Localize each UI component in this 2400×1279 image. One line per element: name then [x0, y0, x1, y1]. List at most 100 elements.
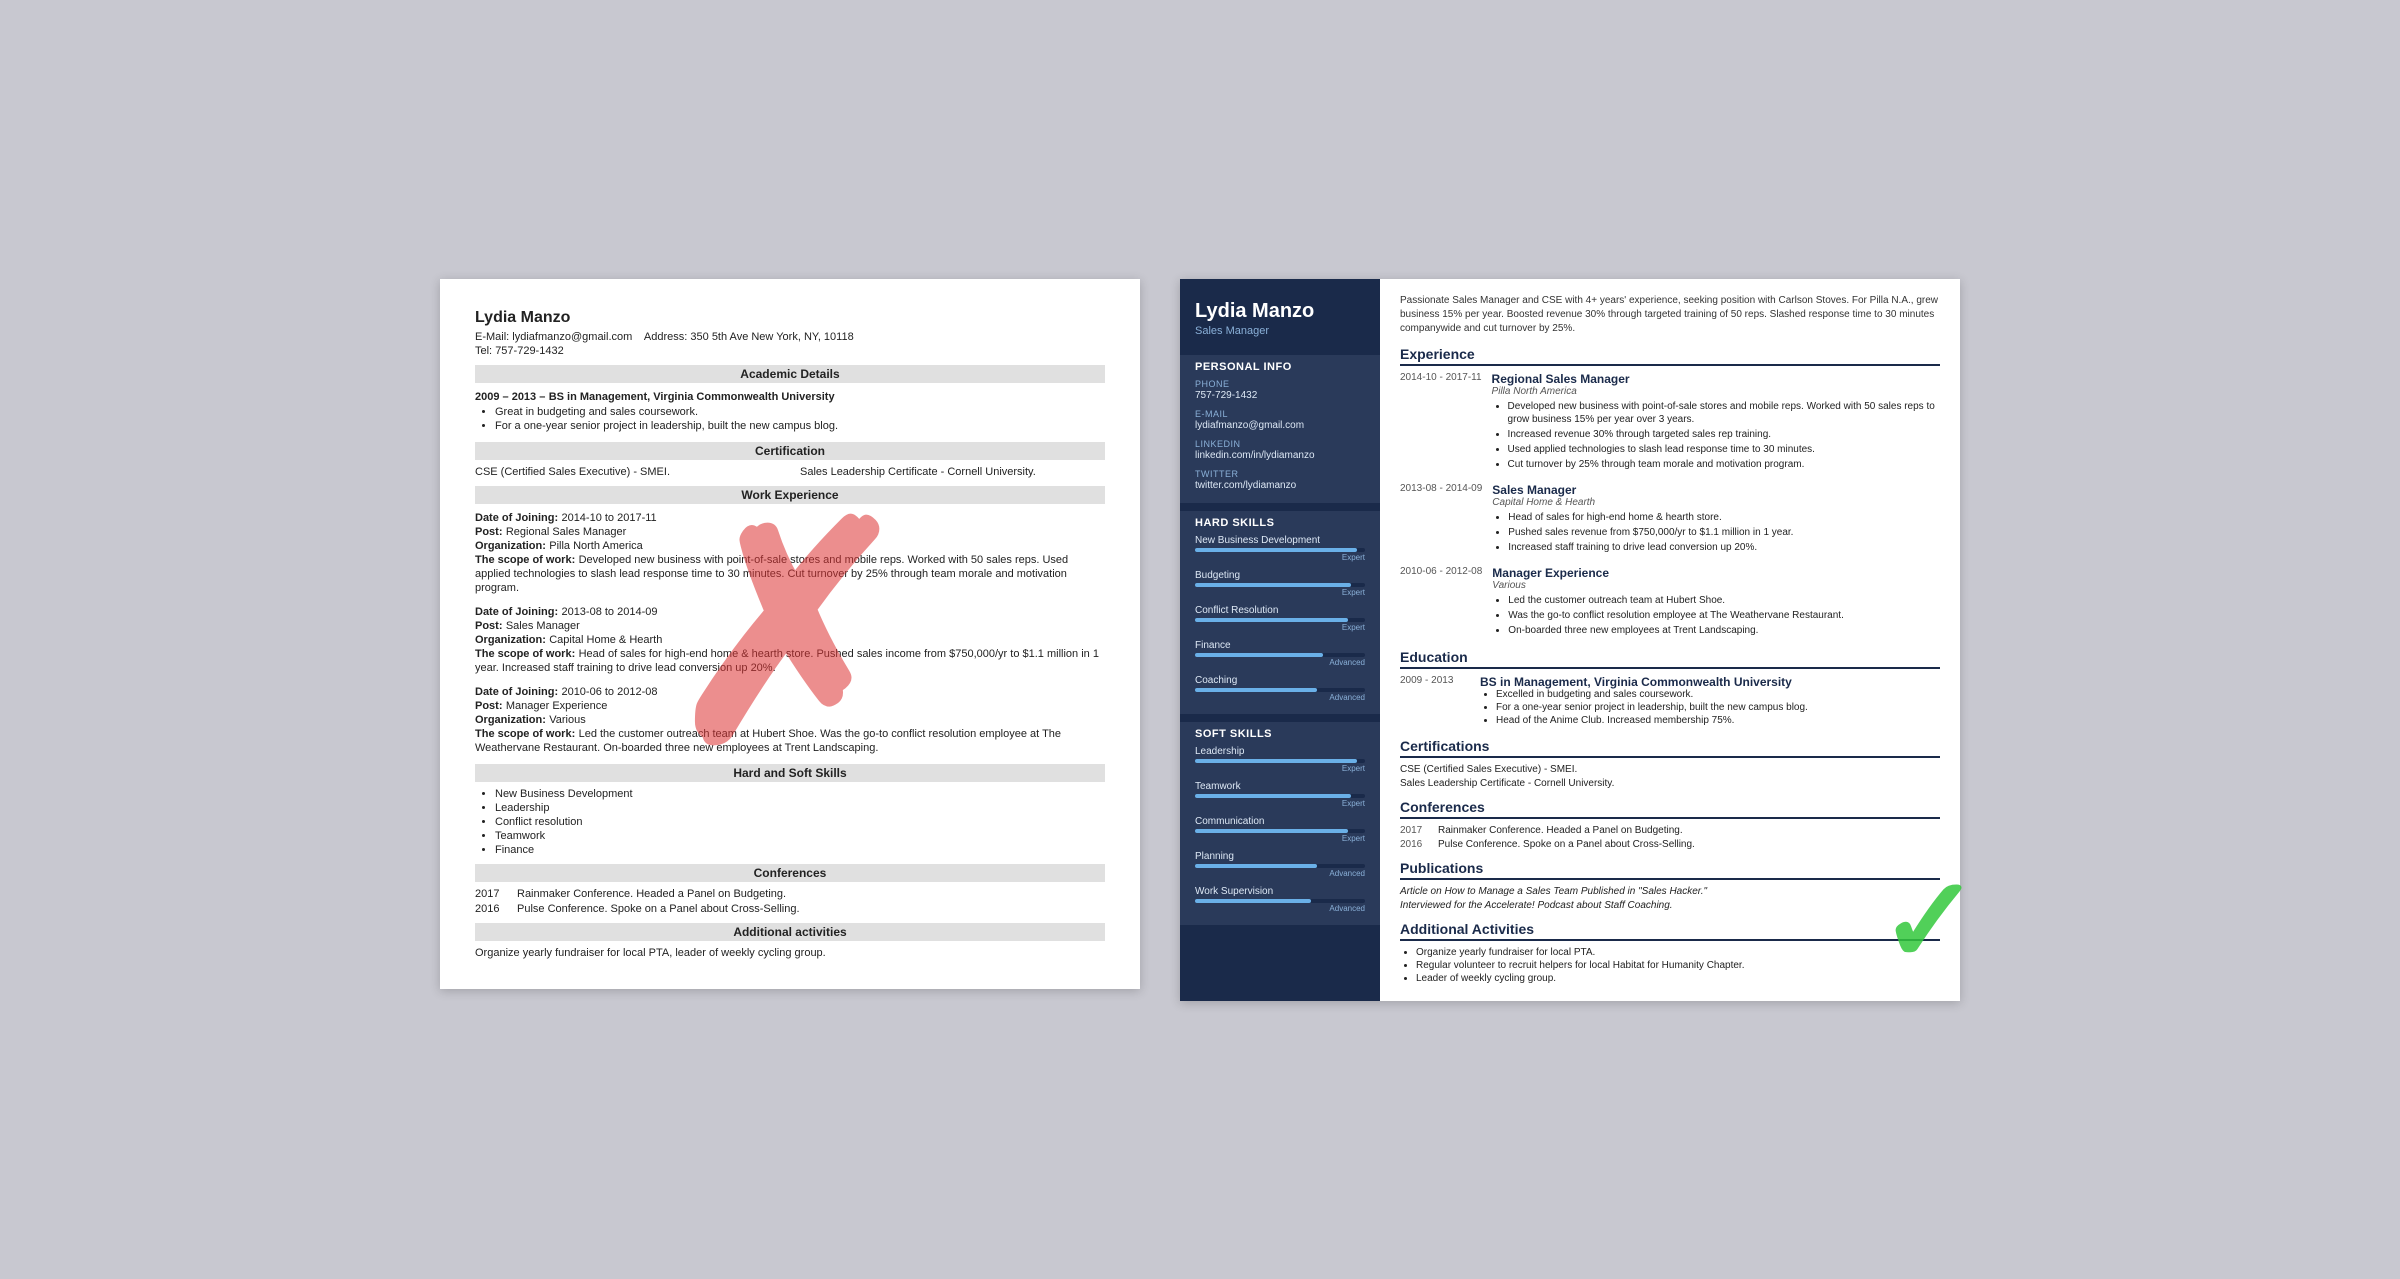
exp3-org: Various [549, 714, 585, 726]
r-exp2-dates: 2013-08 - 2014-09 [1400, 483, 1482, 494]
hard-skill-5-level: Advanced [1195, 693, 1365, 702]
left-name: Lydia Manzo [475, 309, 1105, 327]
linkedin-value: linkedin.com/in/lydiamanzo [1195, 450, 1365, 461]
r-conf2-text: Pulse Conference. Spoke on a Panel about… [1438, 839, 1695, 850]
r-exp1-b3: Used applied technologies to slash lead … [1508, 443, 1940, 456]
hard-skill-4-name: Finance [1195, 640, 1365, 651]
conf2-text: Pulse Conference. Spoke on a Panel about… [517, 903, 800, 915]
r-exp1-dates: 2014-10 - 2017-11 [1400, 372, 1482, 383]
r-exp1-b2: Increased revenue 30% through targeted s… [1508, 428, 1940, 441]
r-exp2-b3: Increased staff training to drive lead c… [1508, 541, 1940, 554]
email-value: lydiafmanzo@gmail.com [1195, 420, 1365, 431]
exp2-dates: 2013-08 to 2014-09 [561, 606, 657, 618]
soft-skill-5: Work Supervision Advanced [1195, 886, 1365, 913]
resume-right: ✓ Lydia Manzo Sales Manager Personal Inf… [1180, 279, 1960, 1001]
r-exp-entry-3: 2010-06 - 2012-08 Manager Experience Var… [1400, 566, 1940, 639]
skill-5: Finance [495, 844, 1105, 856]
experience-section-title: Experience [1400, 346, 1940, 366]
edu-degree: BS in Management, Virginia Commonwealth … [549, 391, 835, 403]
r-edu-b2: For a one-year senior project in leaders… [1496, 702, 1940, 713]
r-conf1-year: 2017 [1400, 825, 1430, 836]
r-cert-section-title: Certifications [1400, 738, 1940, 758]
sidebar: Lydia Manzo Sales Manager Personal Info … [1180, 279, 1380, 1001]
exp1-post: Regional Sales Manager [506, 526, 626, 538]
skill-3: Conflict resolution [495, 816, 1105, 828]
hard-skill-1-name: New Business Development [1195, 535, 1365, 546]
personal-section-title: Personal Info [1195, 361, 1365, 373]
r-pub-1: Article on How to Manage a Sales Team Pu… [1400, 886, 1940, 897]
work-section-title: Work Experience [475, 486, 1105, 504]
exp3-post: Manager Experience [506, 700, 608, 712]
r-add-b1: Organize yearly fundraiser for local PTA… [1416, 947, 1940, 958]
conf2-year: 2016 [475, 903, 505, 915]
twitter-label: Twitter [1195, 469, 1365, 479]
r-exp2-company: Capital Home & Hearth [1492, 497, 1940, 508]
skills-list: New Business Development Leadership Conf… [495, 788, 1105, 856]
r-exp1-b1: Developed new business with point-of-sal… [1508, 400, 1940, 426]
hard-skill-4: Finance Advanced [1195, 640, 1365, 667]
main-container: ✗ Lydia Manzo E-Mail: lydiafmanzo@gmail.… [440, 279, 1960, 1001]
left-email: lydiafmanzo@gmail.com [512, 331, 632, 343]
r-exp2-b1: Head of sales for high-end home & hearth… [1508, 511, 1940, 524]
twitter-field: Twitter twitter.com/lydiamanzo [1195, 469, 1365, 491]
main-content: Passionate Sales Manager and CSE with 4+… [1380, 279, 1960, 1001]
conf-entry-2: 2016 Pulse Conference. Spoke on a Panel … [475, 903, 1105, 915]
hard-skill-2-level: Expert [1195, 588, 1365, 597]
r-conf-1: 2017 Rainmaker Conference. Headed a Pane… [1400, 825, 1940, 836]
hard-skill-2-name: Budgeting [1195, 570, 1365, 581]
academic-section-title: Academic Details [475, 365, 1105, 383]
address-label: Address: [644, 331, 687, 343]
r-add-section-title: Additional Activities [1400, 921, 1940, 941]
r-exp3-b2: Was the go-to conflict resolution employ… [1508, 609, 1940, 622]
r-add-b2: Regular volunteer to recruit helpers for… [1416, 960, 1940, 971]
r-exp3-company: Various [1492, 580, 1940, 591]
hard-skill-1: New Business Development Expert [1195, 535, 1365, 562]
conf1-year: 2017 [475, 888, 505, 900]
left-tel: 757-729-1432 [495, 345, 564, 357]
r-exp2-b2: Pushed sales revenue from $750,000/yr to… [1508, 526, 1940, 539]
soft-skill-4: Planning Advanced [1195, 851, 1365, 878]
soft-skill-2-level: Expert [1195, 799, 1365, 808]
r-cert-2: Sales Leadership Certificate - Cornell U… [1400, 778, 1940, 789]
r-exp2-bullets: Head of sales for high-end home & hearth… [1508, 511, 1940, 554]
certifications-row: CSE (Certified Sales Executive) - SMEI. … [475, 466, 1105, 478]
r-conf1-text: Rainmaker Conference. Headed a Panel on … [1438, 825, 1683, 836]
sidebar-title: Sales Manager [1195, 325, 1365, 337]
r-exp1-bullets: Developed new business with point-of-sal… [1508, 400, 1940, 471]
sidebar-header: Lydia Manzo Sales Manager [1180, 279, 1380, 347]
phone-field: Phone 757-729-1432 [1195, 379, 1365, 401]
r-exp3-title: Manager Experience [1492, 566, 1940, 580]
linkedin-label: LinkedIn [1195, 439, 1365, 449]
exp1-org: Pilla North America [549, 540, 643, 552]
r-exp1-title: Regional Sales Manager [1492, 372, 1940, 386]
hard-skills-section: Hard Skills New Business Development Exp… [1180, 511, 1380, 714]
hard-skill-3-level: Expert [1195, 623, 1365, 632]
exp1-dates: 2014-10 to 2017-11 [561, 512, 656, 524]
r-edu-b1: Excelled in budgeting and sales coursewo… [1496, 689, 1940, 700]
r-edu-dates: 2009 - 2013 [1400, 675, 1470, 728]
soft-skill-1-level: Expert [1195, 764, 1365, 773]
email-field: E-mail lydiafmanzo@gmail.com [1195, 409, 1365, 431]
hard-skill-5-name: Coaching [1195, 675, 1365, 686]
linkedin-field: LinkedIn linkedin.com/in/lydiamanzo [1195, 439, 1365, 461]
additional-text: Organize yearly fundraiser for local PTA… [475, 947, 1105, 959]
twitter-value: twitter.com/lydiamanzo [1195, 480, 1365, 491]
soft-skills-title: Soft Skills [1195, 728, 1365, 740]
additional-section-title: Additional activities [475, 923, 1105, 941]
r-exp3-b3: On-boarded three new employees at Trent … [1508, 624, 1940, 637]
skills-section-title: Hard and Soft Skills [475, 764, 1105, 782]
phone-label: Phone [1195, 379, 1365, 389]
soft-skill-3-name: Communication [1195, 816, 1365, 827]
r-edu-entry-1: 2009 - 2013 BS in Management, Virginia C… [1400, 675, 1940, 728]
tel-label: Tel: [475, 345, 492, 357]
education-section-title: Education [1400, 649, 1940, 669]
edu-dates: 2009 – 2013 – [475, 391, 545, 403]
exp2-post: Sales Manager [506, 620, 580, 632]
r-conf-2: 2016 Pulse Conference. Spoke on a Panel … [1400, 839, 1940, 850]
exp3-dates: 2010-06 to 2012-08 [561, 686, 657, 698]
soft-skill-5-name: Work Supervision [1195, 886, 1365, 897]
soft-skill-5-level: Advanced [1195, 904, 1365, 913]
hard-skill-3-name: Conflict Resolution [1195, 605, 1365, 616]
r-exp-entry-1: 2014-10 - 2017-11 Regional Sales Manager… [1400, 372, 1940, 473]
r-exp3-dates: 2010-06 - 2012-08 [1400, 566, 1482, 577]
